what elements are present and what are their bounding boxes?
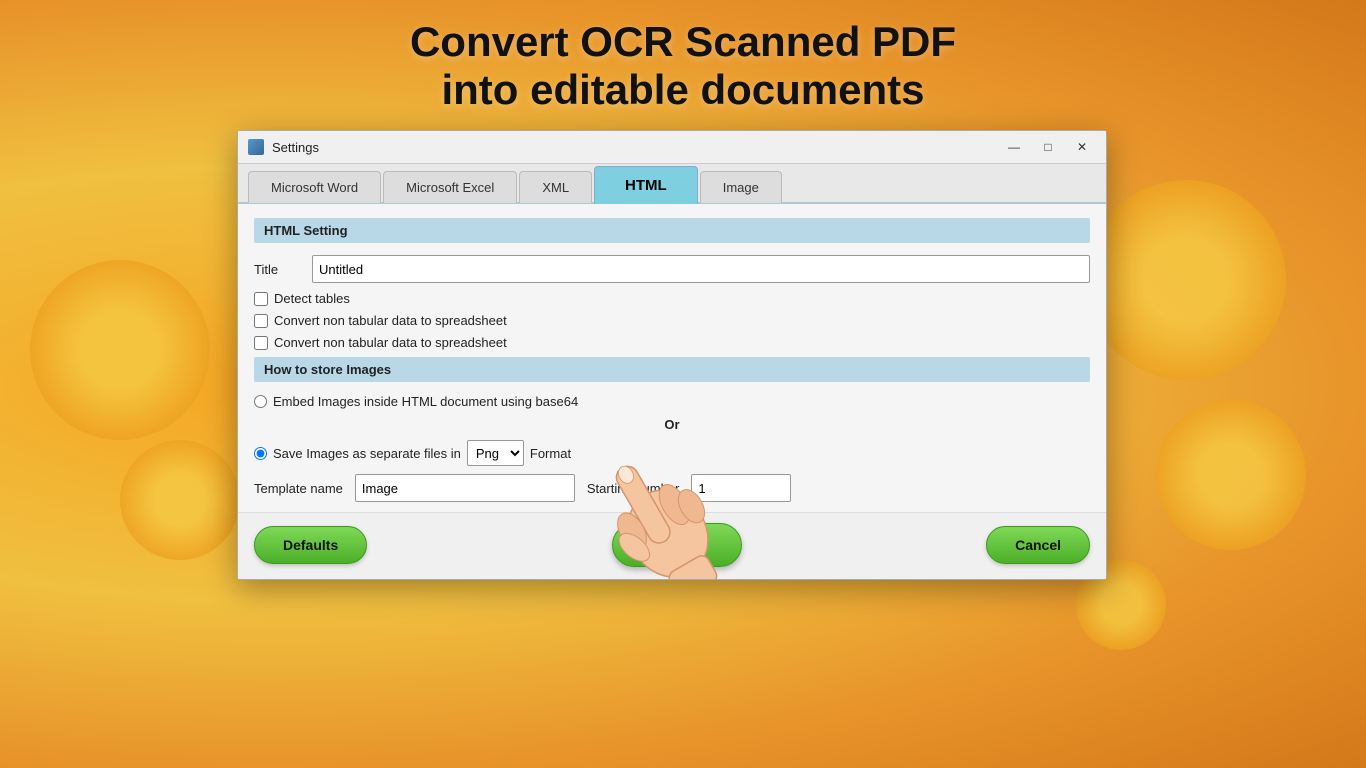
convert1-label: Convert non tabular data to spreadsheet: [274, 313, 507, 328]
detect-tables-label: Detect tables: [274, 291, 350, 306]
starting-number-input[interactable]: [691, 474, 791, 502]
dialog-content: HTML Setting Title Detect tables Convert…: [238, 204, 1106, 512]
convert2-row: Convert non tabular data to spreadsheet: [254, 335, 1090, 350]
tab-xml[interactable]: XML: [519, 171, 592, 203]
embed-radio[interactable]: [254, 395, 267, 408]
save-separate-radio[interactable]: [254, 447, 267, 460]
dialog-title: Settings: [272, 140, 992, 155]
save-separate-label: Save Images as separate files in: [273, 446, 461, 461]
cancel-button[interactable]: Cancel: [986, 526, 1090, 564]
format-select[interactable]: Png Jpg Bmp Gif: [467, 440, 524, 466]
page-title: Convert OCR Scanned PDF into editable do…: [0, 18, 1366, 115]
maximize-button[interactable]: □: [1034, 137, 1062, 157]
format-label: Format: [530, 446, 571, 461]
app-icon: [248, 139, 264, 155]
minimize-button[interactable]: —: [1000, 137, 1028, 157]
starting-label: Starting number: [587, 481, 680, 496]
bg-circle-1: [30, 260, 210, 440]
or-label: Or: [254, 417, 1090, 432]
template-input[interactable]: [355, 474, 575, 502]
window-controls: — □ ✕: [1000, 137, 1096, 157]
template-row: Template name Starting number: [254, 474, 1090, 502]
title-bar: Settings — □ ✕: [238, 131, 1106, 164]
tabs-row: Microsoft Word Microsoft Excel XML HTML …: [238, 164, 1106, 204]
template-label: Template name: [254, 481, 343, 496]
close-button[interactable]: ✕: [1068, 137, 1096, 157]
tab-html[interactable]: HTML: [594, 166, 698, 204]
tab-word[interactable]: Microsoft Word: [248, 171, 381, 203]
ok-button[interactable]: OK: [612, 523, 742, 567]
title-label: Title: [254, 262, 304, 277]
dialog-footer: Defaults OK Cancel: [238, 512, 1106, 579]
save-separate-row: Save Images as separate files in Png Jpg…: [254, 440, 1090, 466]
convert2-label: Convert non tabular data to spreadsheet: [274, 335, 507, 350]
detect-tables-row: Detect tables: [254, 291, 1090, 306]
title-input[interactable]: [312, 255, 1090, 283]
bg-circle-4: [1156, 400, 1306, 550]
images-section-header: How to store Images: [254, 357, 1090, 382]
detect-tables-checkbox[interactable]: [254, 292, 268, 306]
convert1-checkbox[interactable]: [254, 314, 268, 328]
convert2-checkbox[interactable]: [254, 336, 268, 350]
bg-circle-2: [120, 440, 240, 560]
embed-radio-row: Embed Images inside HTML document using …: [254, 394, 1090, 409]
html-setting-header: HTML Setting: [254, 218, 1090, 243]
embed-label: Embed Images inside HTML document using …: [273, 394, 578, 409]
settings-dialog: Settings — □ ✕ Microsoft Word Microsoft …: [237, 130, 1107, 580]
defaults-button[interactable]: Defaults: [254, 526, 367, 564]
tab-image[interactable]: Image: [700, 171, 782, 203]
convert1-row: Convert non tabular data to spreadsheet: [254, 313, 1090, 328]
bg-circle-3: [1086, 180, 1286, 380]
title-row: Title: [254, 255, 1090, 283]
tab-excel[interactable]: Microsoft Excel: [383, 171, 517, 203]
